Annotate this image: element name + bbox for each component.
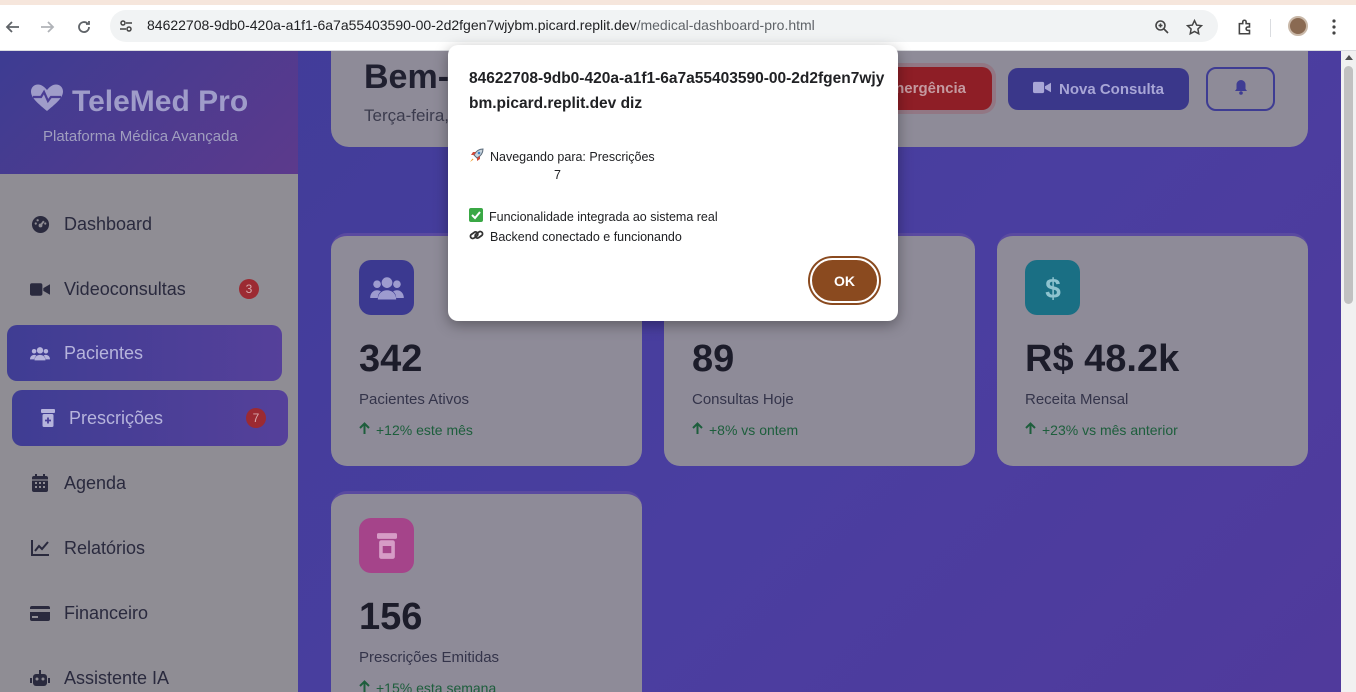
brand-subtitle: Plataforma Médica Avançada bbox=[43, 128, 238, 145]
sidebar-item-relatorios[interactable]: Relatórios bbox=[0, 520, 298, 576]
sidebar-item-label: Agenda bbox=[64, 472, 127, 493]
sidebar-item-pacientes[interactable]: Pacientes bbox=[7, 325, 282, 381]
stat-trend: +8% vs ontem bbox=[692, 422, 798, 438]
notifications-button[interactable] bbox=[1206, 67, 1275, 111]
video-camera-icon bbox=[1032, 81, 1051, 98]
sidebar-item-prescricoes[interactable]: Prescrições 7 bbox=[12, 390, 288, 446]
emergency-button-label: nergência bbox=[895, 80, 966, 97]
heartbeat-icon bbox=[30, 83, 64, 121]
url-host: 84622708-9db0-420a-a1f1-6a7a55403590-00-… bbox=[147, 17, 637, 33]
stat-label: Prescrições Emitidas bbox=[359, 649, 500, 666]
prescription-bottle-icon bbox=[38, 408, 58, 428]
dollar-icon: $ bbox=[1025, 260, 1080, 315]
new-consultation-button[interactable]: Nova Consulta bbox=[1008, 68, 1189, 110]
toolbar-separator bbox=[1270, 19, 1271, 37]
dialog-nav-count: 7 bbox=[554, 168, 561, 182]
forward-icon[interactable] bbox=[34, 14, 60, 40]
users-icon bbox=[30, 343, 50, 363]
new-consultation-label: Nova Consulta bbox=[1058, 80, 1164, 98]
address-bar[interactable]: 84622708-9db0-420a-a1f1-6a7a55403590-00-… bbox=[110, 10, 1218, 42]
link-icon bbox=[469, 228, 484, 245]
calendar-icon bbox=[30, 473, 50, 493]
dialog-line-text: Funcionalidade integrada ao sistema real bbox=[489, 209, 718, 224]
more-menu-icon[interactable] bbox=[1323, 16, 1345, 38]
arrow-up-icon bbox=[692, 422, 703, 438]
arrow-up-icon bbox=[359, 680, 370, 692]
dashboard-gauge-icon bbox=[30, 214, 50, 234]
stat-trend-text: +15% esta semana bbox=[376, 680, 497, 692]
video-camera-icon bbox=[30, 279, 50, 299]
prescricoes-count-badge: 7 bbox=[246, 408, 266, 428]
dialog-nav-text: Navegando para: Prescrições bbox=[490, 150, 655, 164]
dialog-line-backend: Backend conectado e funcionando bbox=[469, 228, 682, 245]
sidebar: TeleMed Pro Plataforma Médica Avançada D… bbox=[0, 51, 298, 692]
stat-value: 89 bbox=[692, 338, 735, 380]
stat-trend-text: +23% vs mês anterior bbox=[1042, 422, 1178, 438]
scroll-up-arrow-icon[interactable] bbox=[1345, 55, 1353, 60]
stat-label: Receita Mensal bbox=[1025, 391, 1129, 408]
check-mark-icon bbox=[469, 208, 483, 225]
site-info-icon[interactable] bbox=[118, 18, 134, 34]
sidebar-item-videoconsultas[interactable]: Videoconsultas 3 bbox=[0, 261, 298, 317]
users-icon bbox=[359, 260, 414, 315]
arrow-up-icon bbox=[1025, 422, 1036, 438]
stat-card-prescricoes: 156 Prescrições Emitidas +15% esta seman… bbox=[331, 491, 642, 692]
sidebar-item-label: Videoconsultas bbox=[64, 278, 186, 299]
sidebar-item-label: Dashboard bbox=[64, 213, 153, 234]
page-scrollbar[interactable] bbox=[1341, 51, 1356, 692]
bell-icon bbox=[1234, 79, 1248, 100]
dialog-title: 84622708-9db0-420a-a1f1-6a7a55403590-00-… bbox=[469, 70, 885, 112]
url-text: 84622708-9db0-420a-a1f1-6a7a55403590-00-… bbox=[147, 17, 815, 33]
brand-title: TeleMed Pro bbox=[30, 83, 248, 121]
dialog-line-integrated: Funcionalidade integrada ao sistema real bbox=[469, 208, 718, 225]
sidebar-item-agenda[interactable]: Agenda bbox=[0, 455, 298, 511]
sidebar-item-label: Pacientes bbox=[64, 342, 144, 363]
stat-trend: +15% esta semana bbox=[359, 680, 496, 692]
alert-dialog: 84622708-9db0-420a-a1f1-6a7a55403590-00-… bbox=[448, 45, 898, 321]
stat-trend: +12% este mês bbox=[359, 422, 473, 438]
rocket-icon bbox=[469, 148, 484, 166]
back-icon[interactable] bbox=[0, 14, 26, 40]
bookmark-star-icon[interactable] bbox=[1184, 17, 1204, 37]
credit-card-icon bbox=[30, 603, 50, 623]
extensions-icon[interactable] bbox=[1234, 16, 1256, 38]
svg-text:$: $ bbox=[1045, 273, 1061, 303]
stat-trend: +23% vs mês anterior bbox=[1025, 422, 1178, 438]
stat-value: 156 bbox=[359, 596, 423, 638]
stat-label: Consultas Hoje bbox=[692, 391, 794, 408]
zoom-icon[interactable] bbox=[1152, 17, 1172, 37]
robot-icon bbox=[30, 668, 50, 688]
line-chart-icon bbox=[30, 538, 50, 558]
pill-bottle-icon bbox=[359, 518, 414, 573]
profile-avatar[interactable] bbox=[1288, 16, 1308, 36]
sidebar-item-financeiro[interactable]: Financeiro bbox=[0, 585, 298, 641]
brand-name: TeleMed Pro bbox=[72, 85, 249, 118]
stat-label: Pacientes Ativos bbox=[359, 391, 470, 408]
dialog-ok-button[interactable]: OK bbox=[810, 258, 879, 303]
sidebar-item-label: Relatórios bbox=[64, 537, 146, 558]
sidebar-item-label: Financeiro bbox=[64, 602, 149, 623]
stat-trend-text: +12% este mês bbox=[376, 422, 473, 438]
stat-card-receita: $ R$ 48.2k Receita Mensal +23% vs mês an… bbox=[997, 233, 1308, 466]
url-path: /medical-dashboard-pro.html bbox=[636, 17, 815, 33]
brand-header: TeleMed Pro Plataforma Médica Avançada bbox=[0, 51, 298, 174]
stat-value: 342 bbox=[359, 338, 423, 380]
stat-trend-text: +8% vs ontem bbox=[709, 422, 799, 438]
scrollbar-thumb[interactable] bbox=[1344, 66, 1353, 304]
dialog-line-text: Backend conectado e funcionando bbox=[490, 229, 682, 244]
current-date: Terça-feira, bbox=[364, 106, 450, 125]
sidebar-item-label: Assistente IA bbox=[64, 667, 170, 688]
sidebar-item-label: Prescrições bbox=[69, 407, 164, 428]
reload-icon[interactable] bbox=[71, 14, 97, 40]
stat-value: R$ 48.2k bbox=[1025, 338, 1180, 380]
videoconsultas-count-badge: 3 bbox=[239, 279, 259, 299]
dialog-nav-line: Navegando para: Prescrições bbox=[469, 148, 655, 166]
sidebar-item-dashboard[interactable]: Dashboard bbox=[0, 196, 298, 252]
arrow-up-icon bbox=[359, 422, 370, 438]
sidebar-item-assistente-ia[interactable]: Assistente IA bbox=[0, 650, 298, 692]
